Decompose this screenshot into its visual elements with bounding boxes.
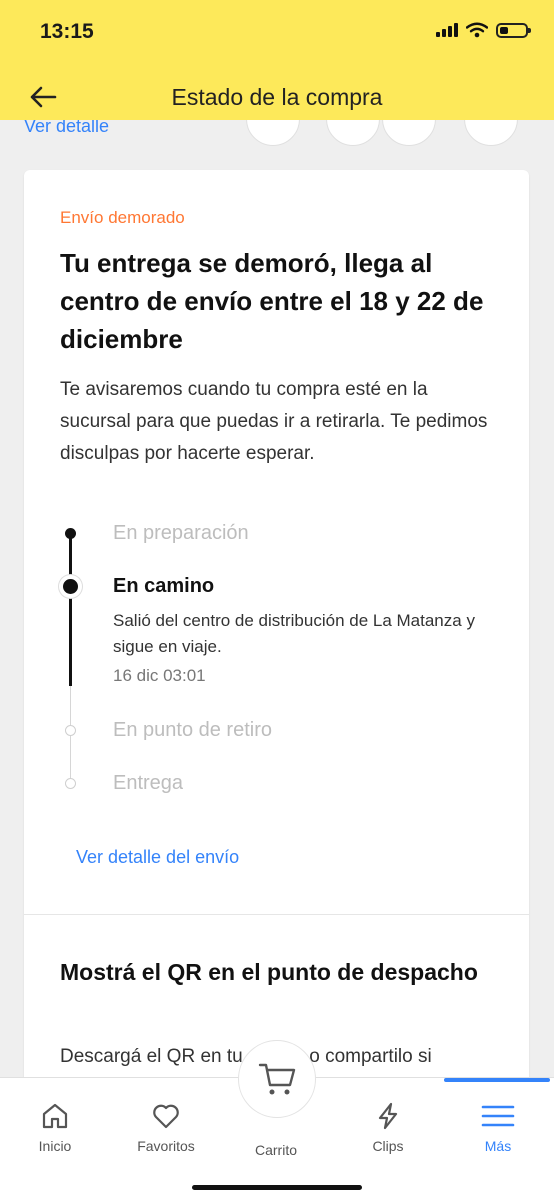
nav-more[interactable]: Más [453, 1078, 543, 1154]
shipment-detail-link[interactable]: Ver detalle del envío [76, 847, 239, 868]
nav-favorites[interactable]: Favoritos [121, 1078, 211, 1154]
timeline-dot-done [65, 528, 76, 539]
nav-cart-label: Carrito [254, 1142, 297, 1158]
step-preparation: En preparación [113, 522, 249, 544]
timeline-pending-line [70, 686, 71, 786]
step-in-transit-detail: Salió del centro de distribución de La M… [113, 611, 475, 656]
cart-icon [258, 1063, 296, 1095]
home-icon [42, 1103, 68, 1129]
timeline-dot-pending [65, 725, 76, 736]
status-icons [436, 22, 531, 38]
signal-icon [436, 23, 458, 37]
lightning-icon [378, 1102, 398, 1130]
product-thumbnail[interactable] [464, 118, 518, 146]
status-time: 13:15 [40, 20, 94, 43]
product-thumbnail[interactable] [326, 118, 380, 146]
view-detail-link[interactable]: Ver detalle [24, 118, 109, 137]
qr-section-title: Mostrá el QR en el punto de despacho [60, 959, 478, 985]
nav-clips[interactable]: Clips [343, 1078, 433, 1154]
section-divider [24, 914, 529, 915]
shipment-status-card: Envío demorado Tu entrega se demoró, lle… [24, 170, 529, 1090]
product-thumbnail[interactable] [246, 118, 300, 146]
nav-cart[interactable] [238, 1040, 316, 1118]
delivery-headline: Tu entrega se demoró, llega al centro de… [60, 248, 484, 354]
step-in-transit-time: 16 dic 03:01 [113, 666, 206, 685]
delivery-description: Te avisaremos cuando tu compra esté en l… [60, 379, 488, 464]
nav-clips-label: Clips [372, 1138, 404, 1154]
heart-icon [153, 1104, 179, 1129]
wifi-icon [466, 22, 488, 38]
step-delivery: Entrega [113, 772, 184, 794]
nav-favorites-label: Favoritos [137, 1138, 195, 1154]
order-summary-strip: Ver detalle [0, 118, 554, 154]
nav-home-label: Inicio [38, 1138, 72, 1154]
step-in-transit: En camino [113, 575, 215, 597]
nav-more-label: Más [484, 1138, 512, 1154]
menu-icon [481, 1105, 515, 1127]
timeline-dot-pending [65, 778, 76, 789]
delay-tag: Envío demorado [60, 208, 185, 227]
timeline-progress-line [69, 534, 72, 686]
battery-icon [496, 22, 531, 38]
nav-home[interactable]: Inicio [10, 1078, 100, 1154]
timeline-dot-current [59, 575, 82, 598]
step-pickup-point: En punto de retiro [113, 719, 272, 741]
bottom-navigation: Inicio Favoritos Carrito Clips Más [0, 1040, 554, 1200]
product-thumbnail[interactable] [382, 118, 436, 146]
app-header: 13:15 Estado de la compra [0, 0, 554, 120]
home-indicator [192, 1185, 362, 1190]
page-title: Estado de la compra [171, 84, 383, 110]
